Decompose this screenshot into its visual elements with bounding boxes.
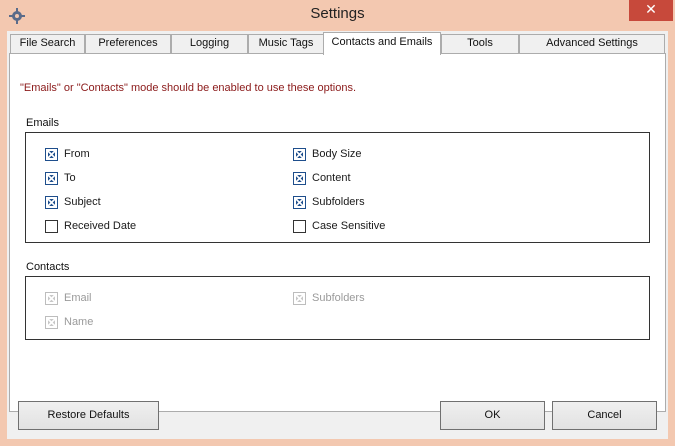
checkbox-label: From [64, 148, 90, 160]
tab-preferences[interactable]: Preferences [85, 34, 171, 53]
check-icon[interactable] [293, 291, 306, 305]
checkbox-label: Body Size [312, 148, 362, 160]
tab-tools[interactable]: Tools [441, 34, 519, 53]
tab-bar: File Search Preferences Logging Music Ta… [7, 32, 668, 55]
checkbox-box[interactable] [45, 219, 58, 233]
checkbox-content[interactable]: Content [293, 170, 351, 186]
check-mark-icon [295, 197, 304, 207]
emails-group-label: Emails [26, 117, 60, 129]
checkbox-label: Subfolders [312, 196, 365, 208]
checkbox-from[interactable]: From [45, 146, 90, 162]
contacts-group-label: Contacts [26, 261, 70, 273]
check-icon[interactable] [45, 315, 58, 329]
check-icon[interactable] [293, 171, 306, 185]
tab-file-search[interactable]: File Search [10, 34, 85, 53]
tab-logging[interactable]: Logging [171, 34, 248, 53]
close-icon: ✕ [645, 2, 657, 18]
checkbox-case-sensitive[interactable]: Case Sensitive [293, 218, 385, 234]
checkbox-received-date[interactable]: Received Date [45, 218, 136, 234]
emails-group: From To Subject Received Date Body Size [25, 132, 650, 243]
tab-contacts-and-emails[interactable]: Contacts and Emails [323, 32, 441, 55]
checkbox-to[interactable]: To [45, 170, 76, 186]
window-title: Settings [310, 5, 365, 22]
tab-advanced-settings[interactable]: Advanced Settings [519, 34, 665, 53]
dialog-body: File Search Preferences Logging Music Ta… [7, 31, 668, 439]
checkbox-label: Email [64, 292, 92, 304]
restore-defaults-button[interactable]: Restore Defaults [18, 401, 159, 430]
checkbox-label: Content [312, 172, 351, 184]
check-icon[interactable] [45, 195, 58, 209]
cancel-button[interactable]: Cancel [552, 401, 657, 430]
checkbox-label: Case Sensitive [312, 220, 386, 232]
check-mark-icon [47, 293, 56, 303]
checkbox-subject[interactable]: Subject [45, 194, 101, 210]
check-icon[interactable] [45, 291, 58, 305]
checkbox-body-size[interactable]: Body Size [293, 146, 362, 162]
check-mark-icon [295, 173, 304, 183]
checkbox-label: Subject [64, 196, 101, 208]
check-mark-icon [47, 197, 56, 207]
tab-panel: "Emails" or "Contacts" mode should be en… [9, 53, 666, 412]
settings-window: Settings ✕ File Search Preferences Loggi… [0, 0, 675, 446]
checkbox-contact-name[interactable]: Name [45, 314, 93, 330]
checkbox-contact-subfolders[interactable]: Subfolders [293, 290, 365, 306]
checkbox-label: To [64, 172, 76, 184]
check-mark-icon [47, 149, 56, 159]
checkbox-box[interactable] [293, 219, 306, 233]
checkbox-subfolders[interactable]: Subfolders [293, 194, 365, 210]
check-mark-icon [295, 149, 304, 159]
check-mark-icon [295, 293, 304, 303]
contacts-group: Email Name Subfolders [25, 276, 650, 340]
mode-notice: "Emails" or "Contacts" mode should be en… [20, 82, 357, 94]
check-mark-icon [47, 173, 56, 183]
check-icon[interactable] [45, 147, 58, 161]
checkbox-contact-email[interactable]: Email [45, 290, 92, 306]
check-icon[interactable] [45, 171, 58, 185]
checkbox-label: Name [64, 316, 94, 328]
checkbox-label: Subfolders [312, 292, 365, 304]
check-icon[interactable] [293, 195, 306, 209]
check-mark-icon [47, 317, 56, 327]
close-button[interactable]: ✕ [629, 0, 673, 21]
tab-music-tags[interactable]: Music Tags [248, 34, 324, 53]
title-bar[interactable]: Settings ✕ [0, 0, 675, 31]
check-icon[interactable] [293, 147, 306, 161]
ok-button[interactable]: OK [440, 401, 545, 430]
checkbox-label: Received Date [64, 220, 137, 232]
